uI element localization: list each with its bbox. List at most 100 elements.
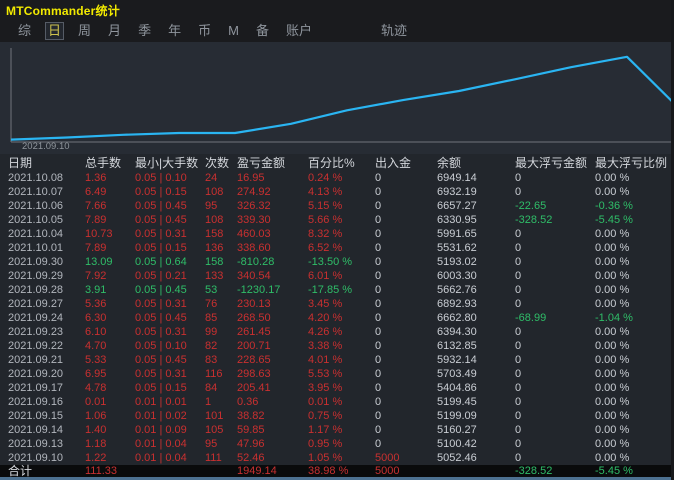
cell-min-max-lots: 0.05 | 0.15 <box>135 382 187 394</box>
column-header-trade-count: 次数 <box>205 156 230 170</box>
cell-max-float-loss-pct: 0.00 % <box>595 270 630 282</box>
cell-trade-count: 116 <box>205 368 223 380</box>
cell-date: 2021.09.10 <box>8 452 64 464</box>
cell-max-float-loss: 0 <box>515 284 522 296</box>
table-row[interactable]: 2021.10.07 6.49 0.05 | 0.15 108 274.92 4.13 %… <box>0 185 671 199</box>
cell-total-lots: 5.36 <box>85 298 107 310</box>
cell-total-lots: 4.78 <box>85 382 107 394</box>
table-row[interactable]: 2021.09.23 6.10 0.05 | 0.31 99 261.45 4.26 % 0… <box>0 325 671 339</box>
cell-max-float-loss-pct: 0.00 % <box>595 396 630 408</box>
cell-max-float-loss: 0 <box>515 340 522 352</box>
table-row[interactable]: 2021.09.14 1.40 0.01 | 0.09 105 59.85 1.17 % 0… <box>0 423 671 437</box>
column-header-deposit-withdraw: 出入金 <box>375 156 412 170</box>
cell-total-lots: 3.91 <box>85 284 107 296</box>
table-row[interactable]: 2021.09.20 6.95 0.05 | 0.31 116 298.63 5.53 %… <box>0 367 671 381</box>
cell-balance: 6949.14 <box>437 172 477 184</box>
tab-trajectory[interactable]: 轨迹 <box>378 22 410 40</box>
cell-max-float-loss-pct: -1.04 % <box>595 312 633 324</box>
tab-yearly[interactable]: 年 <box>165 22 184 40</box>
cell-total-lots: 111.33 <box>85 465 118 477</box>
table-row[interactable]: 2021.10.04 10.73 0.05 | 0.31 158 460.03 8.32 … <box>0 227 671 241</box>
cell-deposit-withdraw: 0 <box>375 410 382 422</box>
cell-total-lots: 13.09 <box>85 256 113 268</box>
cell-total-lots: 6.49 <box>85 186 107 198</box>
cell-total-lots: 1.18 <box>85 438 107 450</box>
tab-daily[interactable]: 日 <box>45 22 65 40</box>
tab-quarterly[interactable]: 季 <box>135 22 154 40</box>
cell-trade-count: 108 <box>205 214 224 226</box>
cell-min-max-lots: 0.05 | 0.45 <box>135 312 187 324</box>
cell-max-float-loss: 0 <box>515 382 522 394</box>
cell-pnl-amount: 0.36 <box>237 396 259 408</box>
cell-trade-count: 95 <box>205 438 218 450</box>
table-row[interactable]: 2021.10.06 7.66 0.05 | 0.45 95 326.32 5.15 % 0… <box>0 199 671 213</box>
cell-balance: 6892.93 <box>437 298 477 310</box>
table-row[interactable]: 2021.10.08 1.36 0.05 | 0.10 24 16.95 0.24 % 0 6… <box>0 171 671 185</box>
cell-date: 2021.09.24 <box>8 312 64 324</box>
table-row[interactable]: 2021.09.21 5.33 0.05 | 0.45 83 228.65 4.01 % 0… <box>0 353 671 367</box>
tab-currency[interactable]: 币 <box>195 22 214 40</box>
cell-max-float-loss: 0 <box>515 242 522 254</box>
cell-balance: 6132.85 <box>437 340 477 352</box>
cell-pnl-percent: 4.26 % <box>308 326 343 338</box>
cell-max-float-loss: -68.99 <box>515 312 547 324</box>
cell-trade-count: 158 <box>205 228 224 240</box>
table-row[interactable]: 2021.10.01 7.89 0.05 | 0.15 136 338.60 6.52 %… <box>0 241 671 255</box>
tab-account[interactable]: 账户 <box>283 22 315 40</box>
cell-balance: 5404.86 <box>437 382 477 394</box>
table-row[interactable]: 2021.09.28 3.91 0.05 | 0.45 53 -1230.17 -17.8… <box>0 283 671 297</box>
cell-total-lots: 4.70 <box>85 340 107 352</box>
cell-trade-count: 95 <box>205 200 218 212</box>
table-row[interactable]: 2021.09.22 4.70 0.05 | 0.10 82 200.71 3.38 % 0… <box>0 339 671 353</box>
cell-date: 2021.09.17 <box>8 382 64 394</box>
cell-pnl-amount: 200.71 <box>237 340 271 352</box>
table-row[interactable]: 2021.09.30 13.09 0.05 | 0.64 158 -810.28 -13.… <box>0 255 671 269</box>
cell-max-float-loss-pct: 0.00 % <box>595 298 630 310</box>
cell-max-float-loss-pct: 0.00 % <box>595 424 630 436</box>
table-row[interactable]: 2021.09.16 0.01 0.01 | 0.01 1 0.36 0.01 % 0 519… <box>0 395 671 409</box>
cell-max-float-loss: 0 <box>515 186 522 198</box>
table-body: 2021.10.08 1.36 0.05 | 0.10 24 16.95 0.24 % 0 6… <box>0 171 671 477</box>
cell-date: 2021.09.20 <box>8 368 64 380</box>
cell-deposit-withdraw: 0 <box>375 270 382 282</box>
table-row[interactable]: 2021.09.24 6.30 0.05 | 0.45 85 268.50 4.20 % 0… <box>0 311 671 325</box>
cell-trade-count: 108 <box>205 186 224 198</box>
table-row[interactable]: 2021.09.29 7.92 0.05 | 0.21 133 340.54 6.01 %… <box>0 269 671 283</box>
tab-monthly[interactable]: 月 <box>105 22 124 40</box>
cell-date: 2021.10.04 <box>8 228 64 240</box>
cell-pnl-amount: 205.41 <box>237 382 271 394</box>
table-row[interactable]: 2021.09.15 1.06 0.01 | 0.02 101 38.82 0.75 % 0… <box>0 409 671 423</box>
table-row[interactable]: 2021.10.05 7.89 0.05 | 0.45 108 339.30 5.66 %… <box>0 213 671 227</box>
tab-m[interactable]: M <box>225 22 242 40</box>
cell-trade-count: 24 <box>205 172 218 184</box>
cell-max-float-loss-pct: 0.00 % <box>595 354 630 366</box>
cell-date: 合计 <box>8 464 33 478</box>
cell-date: 2021.09.14 <box>8 424 64 436</box>
cell-pnl-percent: 0.75 % <box>308 410 343 422</box>
tab-memo[interactable]: 备 <box>253 22 272 40</box>
table-row[interactable]: 2021.09.10 1.22 0.01 | 0.04 111 52.46 1.05 % 5… <box>0 451 671 465</box>
cell-balance: 6932.19 <box>437 186 477 198</box>
table-row[interactable]: 2021.09.27 5.36 0.05 | 0.31 76 230.13 3.45 % 0… <box>0 297 671 311</box>
cell-pnl-percent: 1.17 % <box>308 424 343 436</box>
tab-weekly[interactable]: 周 <box>75 22 94 40</box>
balance-chart: 2021.09.10 <box>0 42 671 154</box>
cell-max-float-loss: -328.52 <box>515 465 553 477</box>
cell-trade-count: 99 <box>205 326 218 338</box>
cell-min-max-lots: 0.05 | 0.64 <box>135 256 187 268</box>
cell-trade-count: 85 <box>205 312 218 324</box>
cell-date: 2021.09.30 <box>8 256 64 268</box>
cell-pnl-percent: 5.66 % <box>308 214 343 226</box>
cell-date: 2021.10.06 <box>8 200 64 212</box>
cell-min-max-lots: 0.05 | 0.10 <box>135 340 187 352</box>
cell-pnl-amount: 339.30 <box>237 214 271 226</box>
cell-balance: 6330.95 <box>437 214 477 226</box>
tab-overview[interactable]: 综 <box>15 22 34 40</box>
cell-pnl-amount: 460.03 <box>237 228 271 240</box>
table-row[interactable]: 2021.09.17 4.78 0.05 | 0.15 84 205.41 3.95 % 0… <box>0 381 671 395</box>
cell-min-max-lots: 0.05 | 0.31 <box>135 368 187 380</box>
table-row[interactable]: 2021.09.13 1.18 0.01 | 0.04 95 47.96 0.95 % 0 5… <box>0 437 671 451</box>
cell-max-float-loss-pct: 0.00 % <box>595 340 630 352</box>
table-total-row[interactable]: 合计 111.33 1949.14 38.98 % 5000 -328.52 -5.45 % <box>0 465 671 477</box>
cell-total-lots: 1.36 <box>85 172 107 184</box>
